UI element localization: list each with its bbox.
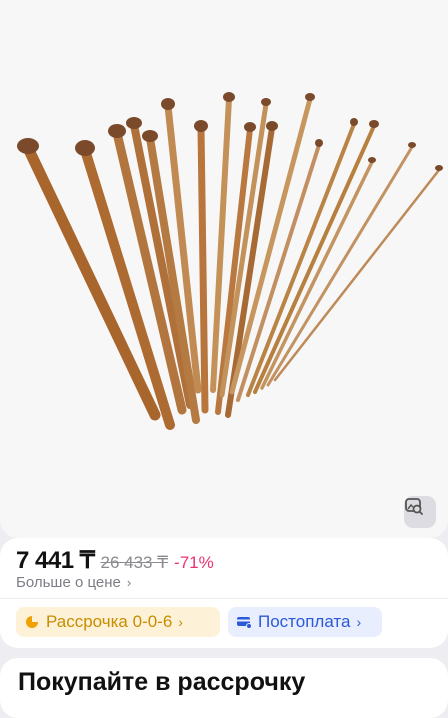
image-search-icon [405, 498, 423, 515]
card-icon [236, 614, 252, 630]
more-about-price-link[interactable]: Больше о цене › [16, 574, 131, 591]
image-search-button[interactable] [404, 496, 436, 528]
divider [0, 598, 448, 599]
chevron-right-icon: › [178, 614, 183, 630]
price-row: 7 441 ₸ 26 433 ₸ -71% [16, 546, 214, 575]
installment-label: Рассрочка 0-0-6 [46, 612, 173, 631]
chevron-right-icon: › [126, 575, 132, 590]
more-about-price-label: Больше о цене [16, 574, 121, 591]
product-image[interactable] [0, 0, 448, 538]
installment-section: Покупайте в рассрочку [0, 658, 448, 718]
installment-chip[interactable]: Рассрочка 0-0-6 › [16, 607, 220, 637]
current-price: 7 441 ₸ [16, 547, 95, 574]
discount-badge: -71% [174, 553, 214, 572]
old-price: 26 433 ₸ [100, 553, 169, 572]
postpay-chip[interactable]: Постоплата › [228, 607, 382, 637]
knitting-needles-illustration [17, 92, 443, 430]
pie-chart-icon [24, 614, 40, 630]
section-title: Покупайте в рассрочку [18, 668, 306, 696]
postpay-label: Постоплата [258, 612, 351, 631]
chevron-right-icon: › [356, 614, 362, 630]
price-card: 7 441 ₸ 26 433 ₸ -71% Больше о цене › Ра… [0, 538, 448, 648]
